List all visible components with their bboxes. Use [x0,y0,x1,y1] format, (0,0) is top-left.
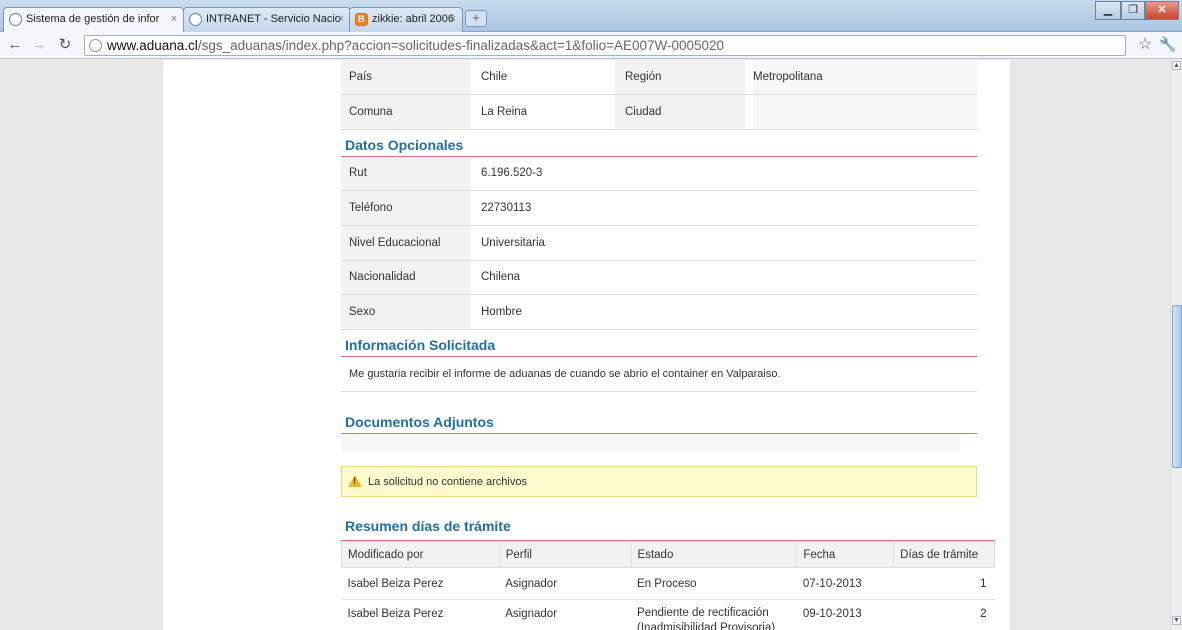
warning-icon [348,475,362,487]
modified-by-cell: Isabel Beiza Perez [341,567,500,600]
status-text: Pendiente de rectificación [637,607,769,619]
days-cell: 1 [893,567,995,600]
table-row: Isabel Beiza Perez Asignador Pendiente d… [341,599,995,630]
field-value: Metropolitana [753,60,977,94]
column-header: Fecha [796,541,895,568]
field-value: Hombre [481,306,522,318]
globe-icon [189,13,202,26]
tab-title: zikkie: abril 2006 [372,13,454,25]
date-cell: 07-10-2013 [796,567,894,600]
section-heading: Datos Opcionales [341,130,977,157]
wrench-icon[interactable]: 🔧 [1159,36,1176,53]
field-value: 22730113 [481,202,532,214]
blogger-icon [355,8,368,31]
scroll-up-icon[interactable]: ▲ [1172,61,1181,70]
requested-info-row: Me gustaria recibir el informe de aduana… [341,357,977,392]
scroll-down-icon[interactable]: ▼ [1172,616,1181,625]
globe-icon [89,39,102,52]
field-value [753,95,977,129]
alert-text: La solicitud no contiene archivos [368,476,527,488]
status-cell: Pendiente de rectificación (Inadmisibili… [631,599,797,630]
section-heading: Resumen días de trámite [341,515,995,541]
new-tab-button[interactable]: + [465,10,487,27]
status-detail: (Inadmisibilidad Provisoria) [637,622,776,630]
address-bar[interactable]: www.aduana.cl/sgs_aduanas/index.php?acci… [84,35,1126,56]
field-value: 6.196.520-3 [481,167,543,179]
field-value: Universitaria [481,237,545,249]
date-cell: 09-10-2013 [796,599,894,630]
field-row: Nivel Educacional Universitaria [341,226,977,261]
reload-icon[interactable]: ↻ [55,35,75,55]
close-icon[interactable]: × [338,8,344,31]
field-row: Sexo Hombre [341,295,977,330]
profile-cell: Asignador [499,567,632,600]
url-path: /sgs_aduanas/index.php?accion=solicitude… [197,38,725,53]
close-window-button[interactable]: ✕ [1145,1,1179,20]
back-arrow-icon[interactable]: ← [5,35,25,55]
minimize-button[interactable]: ▁ [1095,1,1121,20]
profile-cell: Asignador [499,599,632,630]
requested-info-text: Me gustaria recibir el informe de aduana… [349,368,781,380]
field-value: Chile [481,71,508,83]
close-icon[interactable]: × [171,8,177,31]
tab-title: Sistema de gestión de infor [26,13,160,25]
section-heading: Información Solicitada [341,330,977,357]
bookmark-star-icon[interactable]: ☆ [1138,34,1152,54]
field-label: Región [615,60,745,94]
tab-intranet[interactable]: INTRANET - Servicio Nacio × [183,7,351,32]
url-host: www.aduana.cl [107,38,198,53]
vertical-scrollbar[interactable]: ▲ ▼ [1170,60,1182,630]
globe-icon [9,13,22,26]
field-label: Nacionalidad [341,261,471,294]
location-row: Comuna La Reina Ciudad [341,95,977,130]
column-header: Perfil [498,541,632,568]
scroll-thumb[interactable] [1172,305,1182,468]
request-details: País Chile Región Metropolitana Comuna L… [341,60,977,452]
tab-title: INTRANET - Servicio Nacio [206,13,341,25]
column-header: Días de trámite [893,541,995,568]
browser-titlebar: Sistema de gestión de infor × INTRANET -… [0,0,1182,32]
processing-summary-table: Modificado por Perfil Estado Fecha Días … [341,541,995,630]
field-label: Teléfono [341,191,471,225]
field-label: Rut [341,157,471,190]
field-label: Ciudad [615,95,745,129]
no-attachments-alert: La solicitud no contiene archivos [341,466,977,497]
field-row: Rut 6.196.520-3 [341,157,977,191]
browser-toolbar: ← → ↻ www.aduana.cl/sgs_aduanas/index.ph… [0,32,1182,59]
field-label: Nivel Educacional [341,226,471,260]
column-header: Modificado por [341,541,500,568]
attachments-list [341,434,960,452]
field-value: Chilena [481,271,520,283]
field-label: País [341,60,471,94]
days-cell: 2 [893,599,995,630]
field-value: La Reina [481,106,528,118]
column-header: Estado [630,541,798,568]
forward-arrow-icon[interactable]: → [29,35,49,55]
tab-sistema-gestion[interactable]: Sistema de gestión de infor × [3,7,184,32]
field-row: Nacionalidad Chilena [341,261,977,295]
field-label: Comuna [341,95,471,129]
tab-zikkie[interactable]: zikkie: abril 2006 × [349,7,463,32]
close-icon[interactable]: × [450,8,456,31]
status-cell: En Proceso [631,567,797,600]
field-row: Teléfono 22730113 [341,191,977,226]
maximize-button[interactable]: ❐ [1121,1,1145,20]
field-label: Sexo [341,295,471,329]
table-row: Isabel Beiza Perez Asignador En Proceso … [341,567,995,600]
table-header-row: Modificado por Perfil Estado Fecha Días … [341,541,995,568]
modified-by-cell: Isabel Beiza Perez [341,599,500,630]
location-row: País Chile Región Metropolitana [341,60,977,95]
section-heading: Documentos Adjuntos [341,408,977,434]
